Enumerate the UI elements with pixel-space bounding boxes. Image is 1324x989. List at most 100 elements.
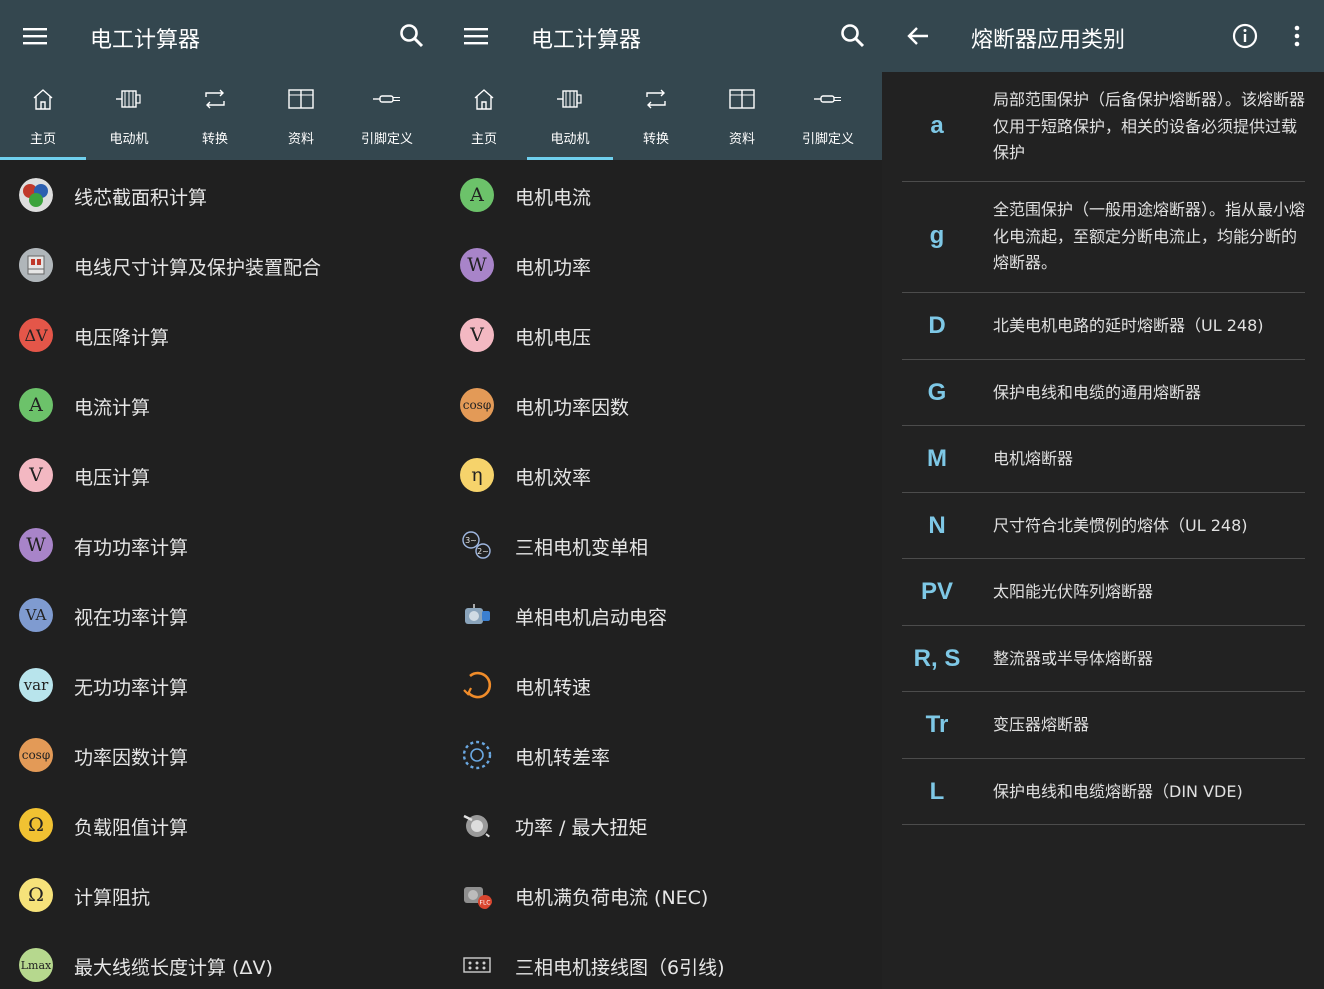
list-item[interactable]: FLC 电机满负荷电流 (NEC)	[441, 860, 882, 930]
search-icon[interactable]	[396, 20, 428, 52]
list-item[interactable]: cosφ 电机功率因数	[441, 370, 882, 440]
home-panel: 电工计算器 主页 电动机 转换 资料 引脚定义 线芯截面积计算 电线尺寸计算及保…	[0, 0, 441, 989]
tab-bar: 主页 电动机 转换 资料 引脚定义	[441, 72, 882, 160]
fuse-code: N	[928, 511, 946, 539]
fuse-code: D	[928, 312, 946, 339]
tab-reference[interactable]: 资料	[699, 72, 785, 160]
search-icon[interactable]	[837, 20, 869, 52]
fuse-code: R, S	[913, 644, 961, 672]
fuse-list: a 局部范围保护（后备保护熔断器）。该熔断器仅用于短路保护，相关的设备必须提供过…	[882, 72, 1324, 825]
calculator-list: 线芯截面积计算 电线尺寸计算及保护装置配合 ΔV 电压降计算 A 电流计算 V …	[0, 160, 441, 989]
list-item[interactable]: η 电机效率	[441, 440, 882, 510]
fuse-code: g	[929, 222, 945, 249]
motor-calculator-list: A 电机电流 W 电机功率 V 电机电压 cosφ 电机功率因数 η 电机效率 …	[441, 160, 882, 989]
fuse-description: 变压器熔断器	[993, 715, 1090, 734]
svg-text:3~: 3~	[465, 536, 477, 545]
list-item[interactable]: V 电压计算	[0, 440, 441, 510]
list-item[interactable]: V 电机电压	[441, 300, 882, 370]
list-item[interactable]: 电线尺寸计算及保护装置配合	[0, 230, 441, 300]
tab-home[interactable]: 主页	[0, 72, 86, 160]
list-item[interactable]: 3~ 2~ 三相电机变单相	[441, 510, 882, 580]
motor-voltage-icon: V	[460, 318, 494, 352]
cable-length-icon: Lmax	[19, 948, 53, 982]
list-item[interactable]: 线芯截面积计算	[0, 160, 441, 230]
list-item[interactable]: 单相电机启动电容	[441, 580, 882, 650]
tab-reference[interactable]: 资料	[258, 72, 344, 160]
tab-convert[interactable]: 转换	[613, 72, 699, 160]
reactive-power-icon: var	[19, 668, 53, 702]
fuse-code: a	[930, 112, 944, 139]
impedance-icon: Ω	[19, 878, 53, 912]
list-item[interactable]: 功率 / 最大扭矩	[441, 790, 882, 860]
fuse-description: 尺寸符合北美惯例的熔体（UL 248)	[993, 515, 1248, 535]
book-icon	[727, 86, 757, 112]
list-item[interactable]: A 电流计算	[0, 370, 441, 440]
fuse-row: D 北美电机电路的延时熔断器（UL 248)	[902, 293, 1305, 360]
wiring-diagram-icon	[460, 948, 494, 982]
list-item[interactable]: Ω 计算阻抗	[0, 860, 441, 930]
fuse-description: 保护电线和电缆的通用熔断器	[993, 382, 1202, 402]
list-item[interactable]: Ω 负载阻值计算	[0, 790, 441, 860]
app-title: 电工计算器	[90, 28, 201, 53]
menu-icon[interactable]	[19, 20, 51, 52]
wire-cross-section-icon	[19, 178, 53, 212]
list-item[interactable]: cosφ 功率因数计算	[0, 720, 441, 790]
svg-text:FLC: FLC	[480, 900, 491, 907]
fuse-description: 整流器或半导体熔断器	[993, 648, 1154, 668]
fuse-code: Tr	[925, 711, 949, 738]
page-title: 熔断器应用类别	[971, 28, 1126, 53]
info-icon[interactable]	[1229, 20, 1261, 52]
tab-convert[interactable]: 转换	[172, 72, 258, 160]
app-bar: 熔断器应用类别	[882, 0, 1324, 72]
voltage-icon: V	[19, 458, 53, 492]
tab-motor[interactable]: 电动机	[86, 72, 172, 160]
more-options-icon[interactable]	[1281, 20, 1313, 52]
fuse-row: g 全范围保护（一般用途熔断器）。指从最小熔化电流起，至额定分断电流止，均能分断…	[902, 182, 1305, 293]
fuse-code: M	[927, 445, 947, 472]
back-arrow-icon[interactable]	[902, 20, 934, 52]
tab-home[interactable]: 主页	[441, 72, 527, 160]
motor-icon	[555, 86, 585, 112]
list-item[interactable]: 电机转差率	[441, 720, 882, 790]
book-icon	[286, 86, 316, 112]
list-item[interactable]: W 有功功率计算	[0, 510, 441, 580]
connector-icon	[372, 86, 402, 112]
fuse-row: a 局部范围保护（后备保护熔断器）。该熔断器仅用于短路保护，相关的设备必须提供过…	[902, 72, 1305, 182]
motor-power-factor-icon: cosφ	[460, 388, 494, 422]
list-item[interactable]: ΔV 电压降计算	[0, 300, 441, 370]
fuse-description: 太阳能光伏阵列熔断器	[993, 582, 1154, 601]
list-item[interactable]: 三相电机接线图（6引线)	[441, 930, 882, 989]
home-icon	[469, 86, 499, 112]
fuse-code: PV	[920, 578, 953, 605]
fuse-row: R, S 整流器或半导体熔断器	[902, 626, 1305, 692]
capacitor-icon	[460, 598, 494, 632]
app-bar: 电工计算器	[0, 0, 441, 72]
motor-panel: 电工计算器 主页 电动机 转换 资料 引脚定义 A 电机电流 W 电机功率 V …	[441, 0, 882, 989]
voltage-drop-icon: ΔV	[19, 318, 53, 352]
list-item[interactable]: Lmax 最大线缆长度计算 (ΔV)	[0, 930, 441, 989]
slip-icon	[460, 738, 494, 772]
fuse-description: 全范围保护（一般用途熔断器）。指从最小熔化电流起，至额定分断电流止，均能分断的熔…	[993, 200, 1306, 272]
speed-icon	[460, 668, 494, 702]
tab-pinout[interactable]: 引脚定义	[785, 72, 871, 160]
motor-icon	[114, 86, 144, 112]
list-item[interactable]: var 无功功率计算	[0, 650, 441, 720]
list-item[interactable]: 电机转速	[441, 650, 882, 720]
phase-convert-icon: 3~ 2~	[460, 528, 494, 562]
tab-pinout[interactable]: 引脚定义	[344, 72, 430, 160]
fuse-row: G 保护电线和电缆的通用熔断器	[902, 360, 1305, 426]
fuse-code: G	[927, 378, 947, 406]
list-item[interactable]: VA 视在功率计算	[0, 580, 441, 650]
list-item[interactable]: A 电机电流	[441, 160, 882, 230]
flc-icon: FLC	[460, 878, 494, 912]
tab-motor[interactable]: 电动机	[527, 72, 613, 160]
fuse-row: L 保护电线和电缆熔断器（DIN VDE)	[902, 759, 1305, 825]
list-item[interactable]: W 电机功率	[441, 230, 882, 300]
menu-icon[interactable]	[460, 20, 492, 52]
app-title: 电工计算器	[531, 28, 642, 53]
active-power-icon: W	[19, 528, 53, 562]
home-icon	[28, 86, 58, 112]
torque-icon	[460, 808, 494, 842]
current-icon: A	[19, 388, 53, 422]
fuse-description: 电机熔断器	[993, 449, 1074, 468]
